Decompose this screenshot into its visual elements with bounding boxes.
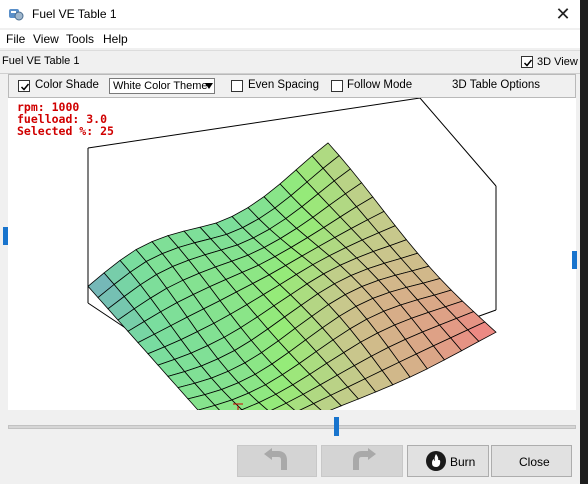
menu-bar: File View Tools Help	[0, 30, 588, 48]
even-spacing-checkbox[interactable]	[231, 80, 243, 92]
menu-file[interactable]: File	[6, 32, 25, 46]
checkmark-icon	[20, 83, 30, 91]
background-strip	[580, 0, 588, 484]
left-scroll-marker[interactable]	[3, 227, 8, 245]
selected-readout: Selected %: 25	[17, 124, 114, 138]
plot-box-top-edge	[87, 98, 497, 187]
burn-button[interactable]: Burn	[407, 445, 489, 477]
menu-tools[interactable]: Tools	[66, 32, 94, 46]
app-icon	[9, 9, 24, 21]
undo-icon	[264, 448, 287, 470]
table-tab-label[interactable]: Fuel VE Table 1	[2, 55, 79, 67]
theme-select[interactable]: White Color Theme	[109, 78, 215, 94]
checkmark-icon	[523, 59, 533, 67]
surface-plot-canvas[interactable]: 25	[8, 98, 576, 410]
view3d-checkbox[interactable]	[521, 56, 533, 68]
menu-view[interactable]: View	[33, 32, 59, 46]
close-button[interactable]: Close	[491, 445, 572, 477]
burn-icon	[426, 451, 446, 471]
options-toolbar: Color Shade White Color Theme Even Spaci…	[8, 74, 576, 98]
follow-mode-checkbox[interactable]	[331, 80, 343, 92]
dropdown-arrow-icon	[205, 83, 213, 89]
right-scroll-marker[interactable]	[572, 251, 577, 269]
table-tab-row: Fuel VE Table 1 3D View	[0, 50, 588, 74]
follow-mode-label: Follow Mode	[347, 79, 413, 91]
color-shade-checkbox[interactable]	[18, 80, 30, 92]
ve-3d-plot[interactable]: 25 rpm: 1000 fuelload: 3.0 Selected %: 2…	[8, 98, 576, 410]
window-title: Fuel VE Table 1	[32, 7, 117, 21]
redo-button[interactable]	[321, 445, 403, 477]
rotation-slider-thumb[interactable]	[334, 417, 339, 436]
table-options-button[interactable]: 3D Table Options	[452, 79, 540, 91]
burn-label: Burn	[450, 455, 476, 469]
redo-icon	[353, 448, 376, 470]
view3d-label: 3D View	[537, 56, 578, 68]
window: Fuel VE Table 1 ✕ File View Tools Help F…	[0, 0, 588, 484]
menu-help[interactable]: Help	[103, 32, 128, 46]
even-spacing-label: Even Spacing	[248, 79, 319, 91]
color-shade-label: Color Shade	[35, 79, 99, 91]
rotation-slider[interactable]	[8, 425, 576, 429]
close-window-icon[interactable]: ✕	[548, 2, 578, 26]
close-label: Close	[519, 455, 550, 469]
title-bar: Fuel VE Table 1 ✕	[0, 0, 588, 28]
undo-button[interactable]	[237, 445, 317, 477]
theme-select-value: White Color Theme	[113, 80, 208, 92]
